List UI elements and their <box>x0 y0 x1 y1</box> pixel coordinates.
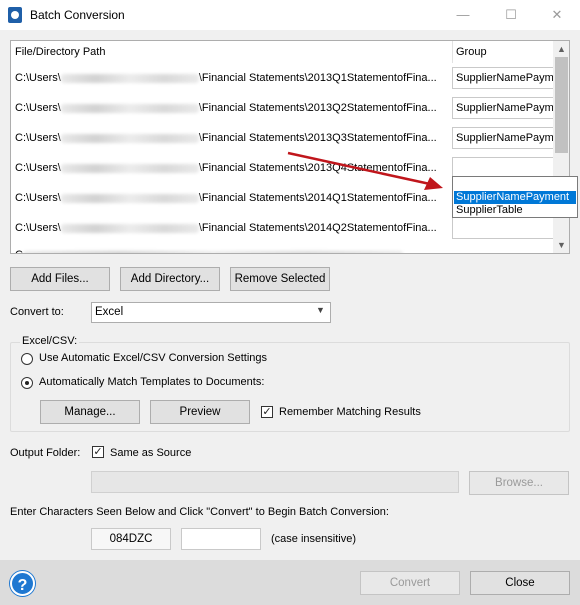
row-path-prefix: C <box>15 249 23 253</box>
redacted-username <box>60 133 199 143</box>
file-row[interactable]: C:\Users\ \Financial Statements\2013Q3Sta… <box>15 132 437 144</box>
row-path-prefix: C:\Users\ <box>15 102 61 114</box>
manage-button[interactable]: Manage... <box>40 400 140 424</box>
add-files-button[interactable]: Add Files... <box>10 267 110 291</box>
scrollbar-thumb[interactable] <box>555 57 568 153</box>
column-header-group[interactable]: Group <box>456 46 487 58</box>
close-button[interactable]: Close <box>470 571 570 595</box>
row-group-cell[interactable]: SupplierNamePayme <box>452 97 554 119</box>
excel-csv-group-label: Excel/CSV: <box>20 335 80 347</box>
redacted-username <box>60 223 199 233</box>
file-row[interactable]: C:\Users\ \Financial Statements\2014Q2Sta… <box>15 222 437 234</box>
row-path-prefix: C:\Users\ <box>15 192 61 204</box>
convert-to-select[interactable]: Excel ▼ <box>91 302 331 323</box>
match-templates-radio[interactable] <box>21 377 33 389</box>
file-row-partial[interactable]: C <box>15 249 403 253</box>
same-as-source-checkbox[interactable]: ✓ <box>92 446 104 458</box>
column-header-path[interactable]: File/Directory Path <box>15 46 105 58</box>
scroll-down-arrow-icon[interactable]: ▼ <box>553 237 569 253</box>
help-icon[interactable]: ? <box>10 571 35 596</box>
row-path-suffix: \Financial Statements\2013Q1StatementofF… <box>198 72 437 84</box>
scroll-up-arrow-icon[interactable]: ▲ <box>553 41 569 57</box>
auto-settings-radio[interactable] <box>21 353 33 365</box>
row-group-cell[interactable]: SupplierNamePayme <box>452 127 554 149</box>
match-templates-label[interactable]: Automatically Match Templates to Documen… <box>39 376 264 388</box>
preview-button[interactable]: Preview <box>150 400 250 424</box>
case-insensitive-hint: (case insensitive) <box>271 533 356 545</box>
maximize-button[interactable]: ☐ <box>488 0 534 30</box>
remember-results-checkbox[interactable]: ✓ <box>261 406 273 418</box>
file-row[interactable]: C:\Users\ \Financial Statements\2013Q1Sta… <box>15 72 437 84</box>
column-separator <box>452 41 453 63</box>
redacted-username <box>60 103 199 113</box>
browse-button[interactable]: Browse... <box>469 471 569 495</box>
annotation-arrow-icon <box>287 151 443 190</box>
remember-results-label[interactable]: Remember Matching Results <box>279 406 421 418</box>
close-window-button[interactable]: ✕ <box>534 0 580 30</box>
captcha-code: 084DZC <box>91 528 171 550</box>
app-icon <box>8 7 22 23</box>
captcha-input[interactable] <box>181 528 261 550</box>
row-path-prefix: C:\Users\ <box>15 222 61 234</box>
redacted-row <box>22 250 403 253</box>
title-bar: Batch Conversion — ☐ ✕ <box>0 0 580 30</box>
row-path-prefix: C:\Users\ <box>15 162 61 174</box>
group-dropdown-popup[interactable]: SupplierNamePayment SupplierTable <box>452 176 578 218</box>
window-title: Batch Conversion <box>30 8 125 22</box>
minimize-button[interactable]: — <box>440 0 486 30</box>
convert-to-value: Excel <box>95 306 124 318</box>
auto-settings-label[interactable]: Use Automatic Excel/CSV Conversion Setti… <box>39 352 267 364</box>
row-path-prefix: C:\Users\ <box>15 72 61 84</box>
redacted-username <box>60 193 199 203</box>
dropdown-option-supplier-table[interactable]: SupplierTable <box>454 204 576 217</box>
row-path-prefix: C:\Users\ <box>15 132 61 144</box>
chevron-down-icon[interactable]: ▼ <box>316 305 325 315</box>
convert-button[interactable]: Convert <box>360 571 460 595</box>
output-folder-label: Output Folder: <box>10 447 81 459</box>
output-folder-input[interactable] <box>91 471 459 493</box>
add-directory-button[interactable]: Add Directory... <box>120 267 220 291</box>
file-list[interactable]: File/Directory Path Group C:\Users\ \Fina… <box>10 40 570 254</box>
redacted-username <box>60 73 199 83</box>
captcha-instruction: Enter Characters Seen Below and Click "C… <box>10 506 389 518</box>
convert-to-label: Convert to: <box>10 306 64 318</box>
row-group-cell[interactable]: SupplierNamePayme <box>452 67 554 89</box>
dropdown-option-supplier-name-payment[interactable]: SupplierNamePayment <box>454 191 576 204</box>
remove-selected-button[interactable]: Remove Selected <box>230 267 330 291</box>
row-path-suffix: \Financial Statements\2013Q2StatementofF… <box>198 102 437 114</box>
redacted-username <box>60 163 199 173</box>
same-as-source-label[interactable]: Same as Source <box>110 447 191 459</box>
file-row[interactable]: C:\Users\ \Financial Statements\2013Q2Sta… <box>15 102 437 114</box>
row-group-cell[interactable] <box>452 217 554 239</box>
row-path-suffix: \Financial Statements\2013Q3StatementofF… <box>198 132 437 144</box>
row-path-suffix: \Financial Statements\2014Q2StatementofF… <box>198 222 437 234</box>
